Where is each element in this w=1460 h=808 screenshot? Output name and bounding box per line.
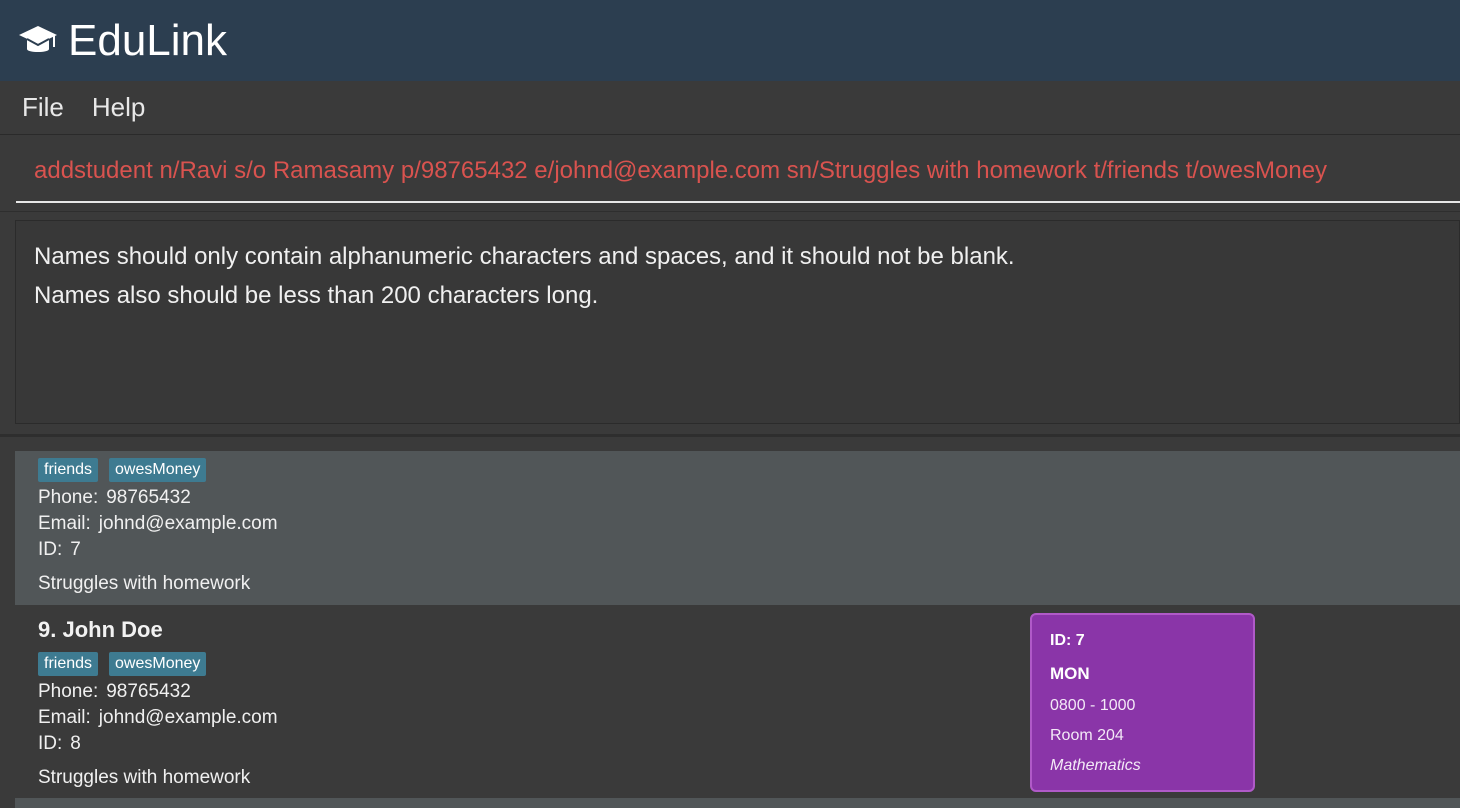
menu-file[interactable]: File [22,92,64,123]
tag-list: friends owesMoney [38,458,207,482]
tag: owesMoney [109,652,207,676]
email-field: Email: johnd@example.com [38,707,278,729]
id-field: ID: 7 [38,539,81,561]
student-card[interactable]: friends owesMoney Phone: 98765432 Email: j… [15,451,1460,605]
email-label: Email: [38,513,91,534]
phone-value: 98765432 [106,487,191,508]
email-label: Email: [38,707,91,728]
app-title: EduLink [68,15,228,65]
phone-label: Phone: [38,681,99,702]
lesson-id: ID: 7 [1050,632,1085,649]
lesson-subject: Mathematics [1050,757,1141,774]
email-value: johnd@example.com [98,513,278,534]
id-label: ID: [38,539,63,560]
student-note: Struggles with homework [38,767,251,788]
phone-field: Phone: 98765432 [38,487,191,509]
phone-field: Phone: 98765432 [38,681,191,703]
phone-value: 98765432 [106,681,191,702]
title-bar: EduLink [0,0,1460,81]
tag: owesMoney [109,458,207,482]
student-name: 9. John Doe [38,617,163,642]
command-area: addstudent n/Ravi s/o Ramasamy p/9876543… [0,135,1460,213]
lesson-card[interactable]: ID: 7 MON 0800 - 1000 Room 204 Mathemati… [1030,613,1255,792]
phone-label: Phone: [38,487,99,508]
lesson-room: Room 204 [1050,727,1124,744]
command-text: addstudent n/Ravi s/o Ramasamy p/9876543… [34,157,1328,184]
graduation-cap-icon [18,21,58,61]
command-input[interactable]: addstudent n/Ravi s/o Ramasamy p/9876543… [16,135,1460,203]
menu-bar: File Help [0,81,1460,135]
student-note: Struggles with homework [38,573,251,594]
tag: friends [38,652,99,676]
id-field: ID: 8 [38,733,81,755]
tag-list: friends owesMoney [38,652,207,676]
lesson-day: MON [1050,664,1090,683]
id-label: ID: [38,733,63,754]
email-value: johnd@example.com [98,707,278,728]
result-message-line-2: Names also should be less than 200 chara… [34,282,599,309]
next-card-edge [15,798,1460,808]
id-value: 7 [70,539,81,560]
lesson-time: 0800 - 1000 [1050,697,1136,714]
email-field: Email: johnd@example.com [38,513,278,535]
result-area: Names should only contain alphanumeric c… [0,212,1460,437]
menu-help[interactable]: Help [92,92,145,123]
result-display[interactable]: Names should only contain alphanumeric c… [15,220,1460,424]
id-value: 8 [70,733,81,754]
tag: friends [38,458,99,482]
result-message-line-1: Names should only contain alphanumeric c… [34,243,1015,270]
